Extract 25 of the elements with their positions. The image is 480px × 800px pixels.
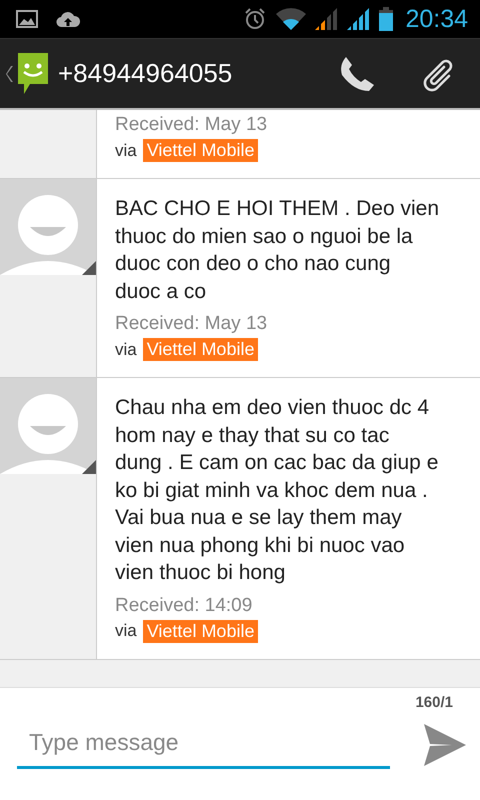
message-text: Chau nha em deo vien thuoc dc 4 hom nay e thay that su co tac dung . E cam on cac bac da giup e ko bi giat minh va khoc dem nua . Vai bua nua e se lay them may vien nua phong khi bi nuoc vao vien thuoc bi hong (115, 395, 440, 586)
cloud-upload-icon (56, 10, 80, 28)
phone-icon (338, 54, 376, 92)
battery-icon (379, 7, 394, 31)
chevron-left-icon (6, 66, 14, 82)
image-icon (16, 10, 38, 28)
via-label: via (115, 140, 137, 160)
via-label: via (115, 340, 137, 360)
via-label: via (115, 621, 137, 641)
carrier-tag: Viettel Mobile (142, 139, 258, 162)
received-time: Received: May 13 (115, 312, 268, 336)
alarm-icon (243, 7, 268, 31)
send-icon (422, 724, 466, 766)
received-time: Received: 14:09 (115, 594, 254, 618)
message-text: BAC CHO E HOI THEM . Deo vien thuoc do mien sao o nguoi be la duoc con deo o cho nao cung duoc a co (115, 196, 440, 304)
carrier-tag: Viettel Mobile (142, 338, 258, 361)
wifi-icon (275, 8, 308, 30)
received-time: Received: May 13 (115, 113, 268, 137)
contact-number: +84944964055 (57, 58, 234, 89)
messaging-app-icon (16, 50, 50, 96)
character-counter: 160/1 (415, 694, 453, 711)
signal-icon (315, 8, 340, 30)
signal-icon (347, 8, 372, 30)
clock-time: 20:34 (405, 4, 468, 34)
carrier-tag: Viettel Mobile (142, 620, 258, 642)
